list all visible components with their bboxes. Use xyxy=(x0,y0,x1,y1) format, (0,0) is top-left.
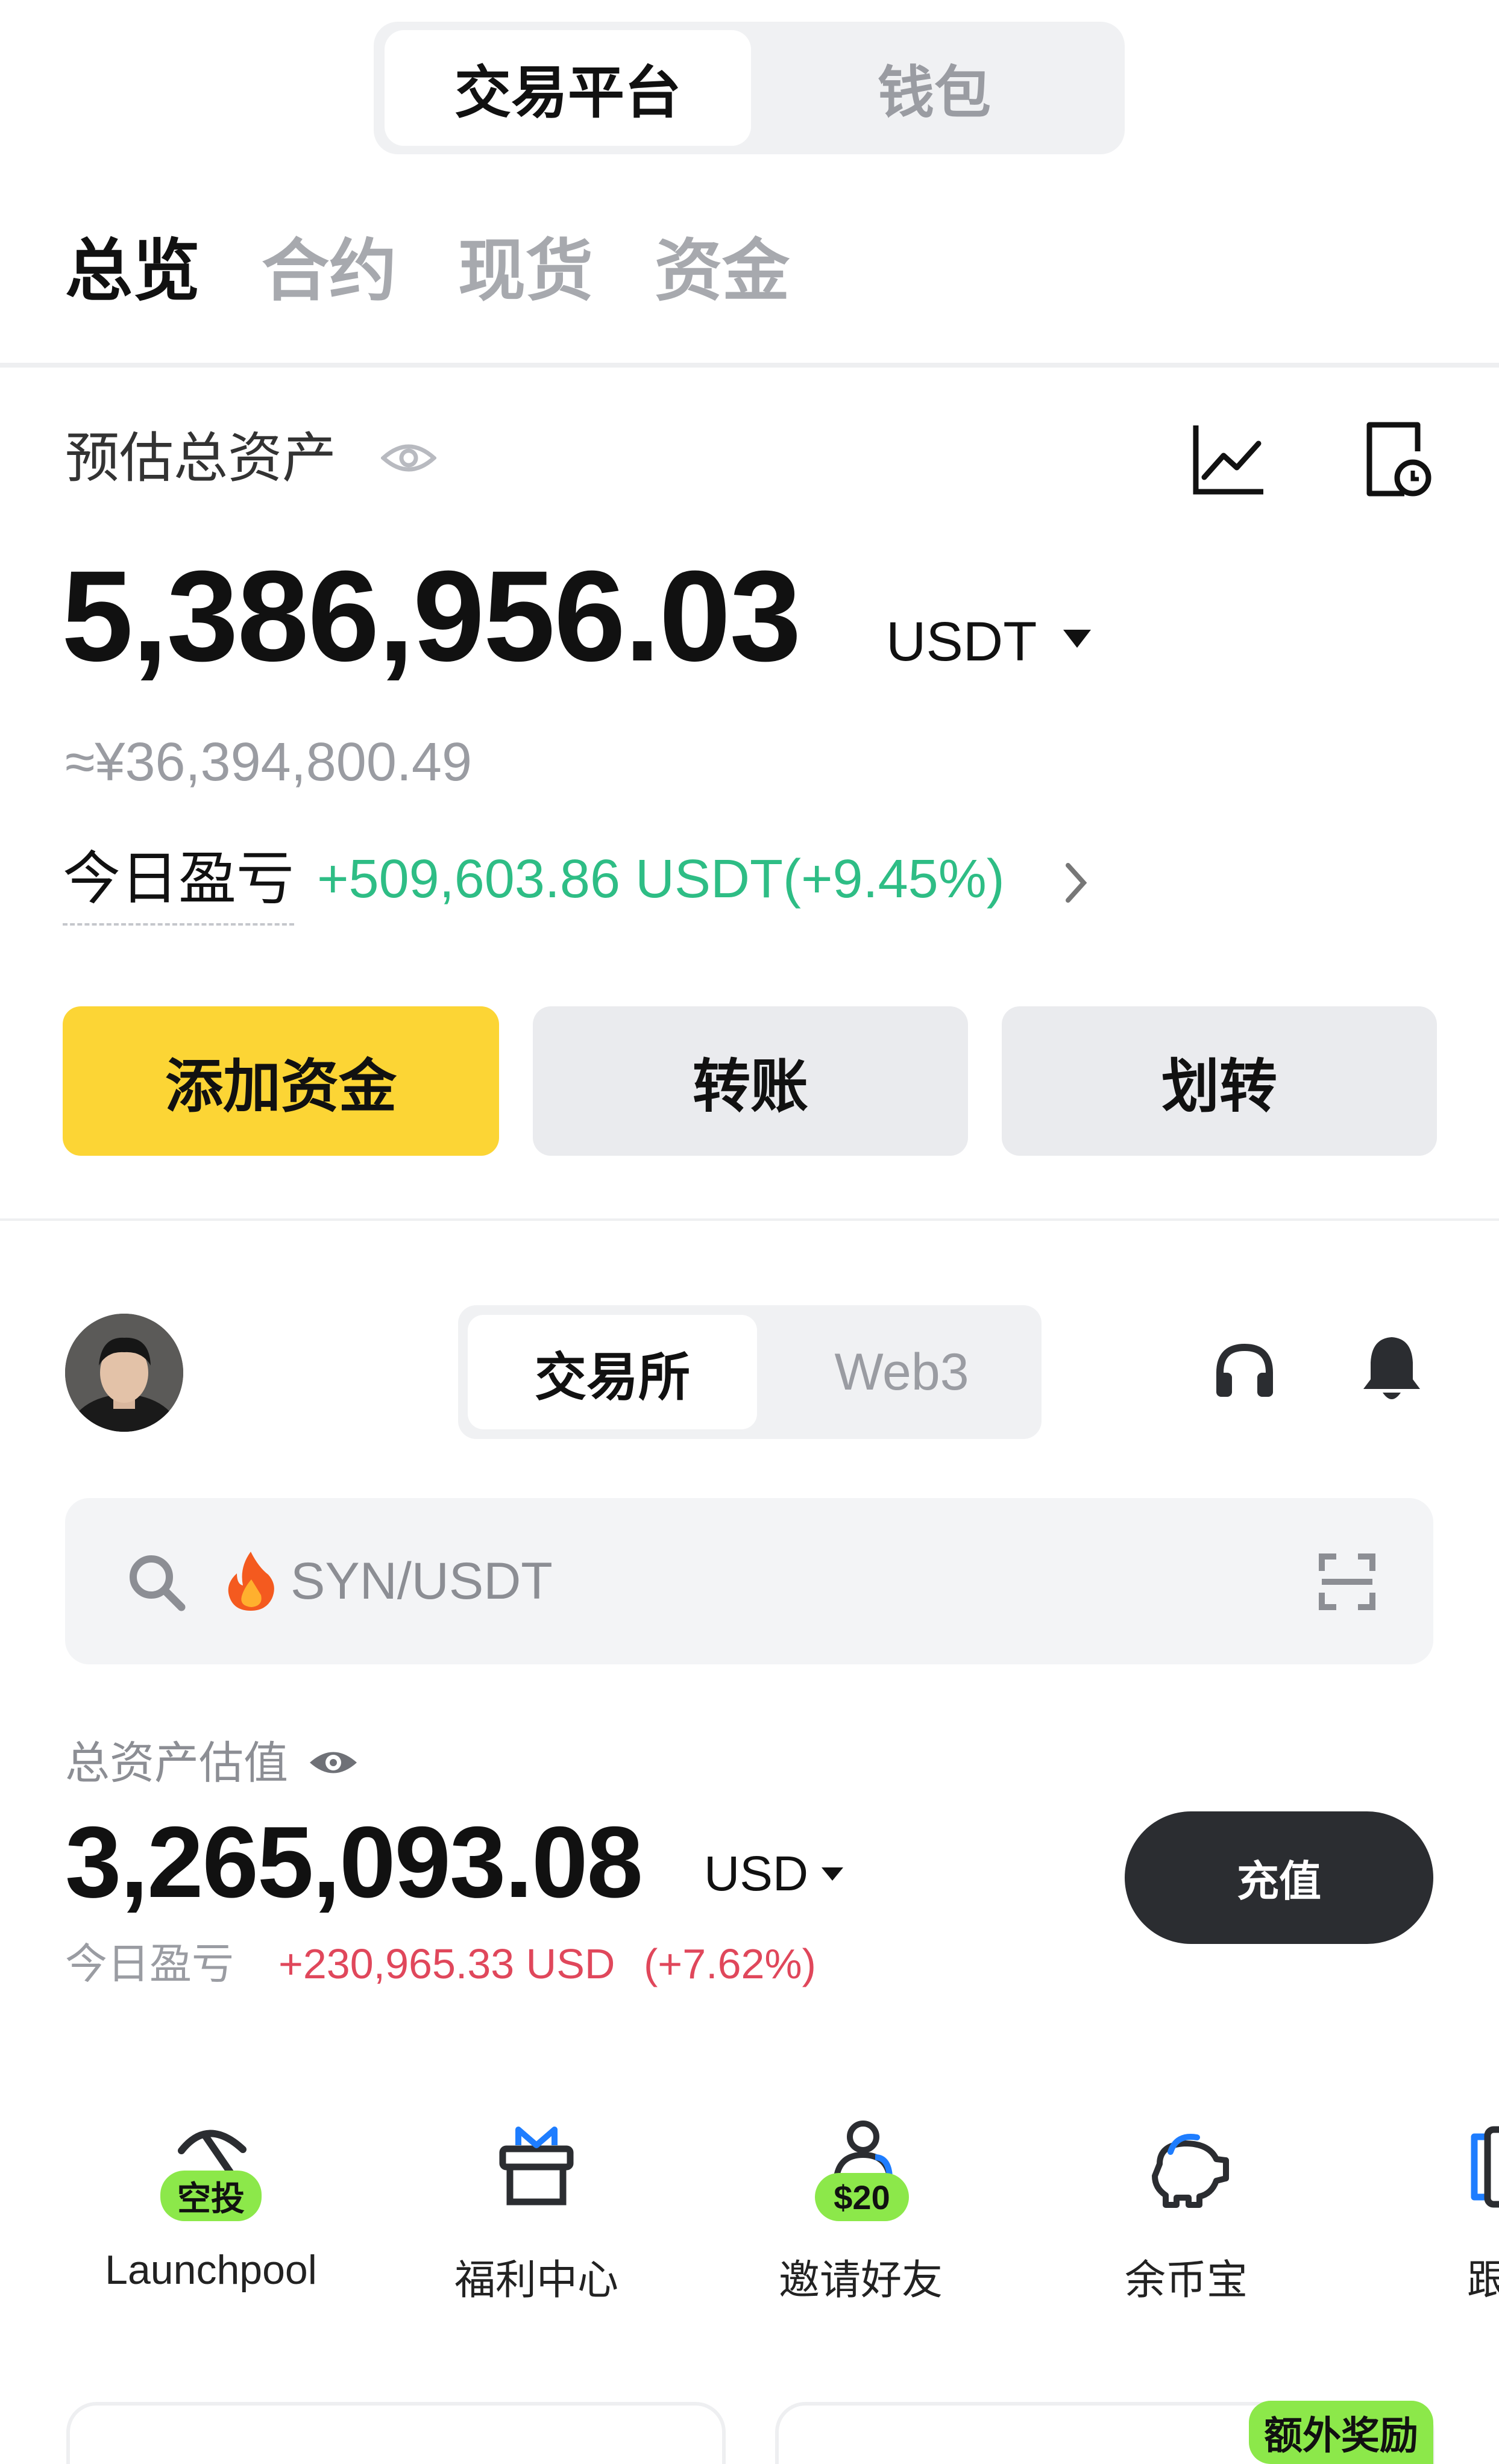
estimated-assets-label: 预估总资产 xyxy=(65,428,336,489)
gift-icon xyxy=(494,2121,579,2212)
shortcut-launchpool[interactable]: 空投 Launchpool xyxy=(102,2115,319,2308)
shortcut-label: 福利中心 xyxy=(454,2257,618,2303)
total-assets-currency[interactable]: USDT xyxy=(886,609,1037,675)
exchange-assets-label: 总资产估值 xyxy=(65,1738,288,1788)
bill-history-icon[interactable] xyxy=(1357,417,1439,501)
shortcut-rewards-center[interactable]: 福利中心 xyxy=(428,2115,645,2308)
tab-futures[interactable]: 合约 xyxy=(262,229,397,313)
search-hint: SYN/USDT xyxy=(291,1552,553,1610)
exchange-pnl-label: 今日盈亏 xyxy=(65,1940,234,1987)
add-funds-button[interactable]: 添加资金 xyxy=(63,1006,499,1156)
exchange-pnl-percent: (+7.62%) xyxy=(644,1940,816,1987)
fire-icon xyxy=(221,1547,281,1614)
promo-card[interactable] xyxy=(66,2402,726,2464)
caret-down-icon[interactable] xyxy=(1056,621,1098,657)
tab-funding[interactable]: 资金 xyxy=(655,229,790,313)
shortcut-label: 余币宝 xyxy=(1124,2257,1248,2303)
headset-icon[interactable] xyxy=(1205,1332,1284,1410)
today-pnl-value: +509,603.86 USDT(+9.45%) xyxy=(317,849,1005,909)
switch-web3[interactable]: Web3 xyxy=(757,1315,1046,1429)
deposit-button[interactable]: 充值 xyxy=(1125,1811,1433,1944)
shortcut-simple-earn[interactable]: 余币宝 xyxy=(1078,2115,1295,2308)
caret-down-icon[interactable] xyxy=(817,1862,847,1886)
switch-exchange[interactable]: 交易所 xyxy=(468,1315,757,1429)
eye-icon[interactable] xyxy=(379,434,439,482)
shortcut-copy-trading[interactable]: 跟 xyxy=(1453,2115,1499,2308)
platform-switch: 交易平台 钱包 xyxy=(374,22,1125,154)
exchange-currency[interactable]: USD xyxy=(704,1844,808,1904)
chart-line-icon[interactable] xyxy=(1187,418,1269,500)
switch-trading-platform[interactable]: 交易平台 xyxy=(385,30,751,146)
switch-wallet[interactable]: 钱包 xyxy=(751,30,1117,146)
chevron-right-icon[interactable] xyxy=(1058,856,1095,910)
transfer-button[interactable]: 转账 xyxy=(533,1006,968,1156)
cny-equivalent: ≈¥36,394,800.49 xyxy=(65,732,472,792)
airdrop-badge: 空投 xyxy=(160,2171,262,2221)
shortcut-invite-friends[interactable]: $20 邀请好友 xyxy=(752,2115,969,2308)
today-pnl-label[interactable]: 今日盈亏 xyxy=(63,844,294,926)
exchange-pnl-value: +230,965.33 USD xyxy=(278,1940,615,1987)
shortcut-label: 邀请好友 xyxy=(778,2257,943,2303)
shortcut-label: 跟 xyxy=(1467,2257,1499,2303)
piggy-bank-icon xyxy=(1142,2125,1236,2215)
copy-trade-icon xyxy=(1466,2125,1499,2209)
section-divider xyxy=(0,1218,1499,1221)
search-icon xyxy=(123,1549,189,1615)
internal-transfer-button[interactable]: 划转 xyxy=(1002,1006,1437,1156)
tab-overview[interactable]: 总览 xyxy=(65,229,200,313)
total-assets-value: 5,386,956.03 xyxy=(61,544,802,688)
reward-badge: $20 xyxy=(815,2173,909,2221)
avatar[interactable] xyxy=(65,1314,183,1432)
exchange-total-value: 3,265,093.08 xyxy=(65,1805,643,1919)
bell-icon[interactable] xyxy=(1353,1329,1431,1408)
tabs-divider xyxy=(0,363,1499,368)
tab-spot[interactable]: 现货 xyxy=(458,229,593,313)
scan-icon[interactable] xyxy=(1314,1549,1380,1615)
search-bar[interactable]: SYN/USDT xyxy=(65,1498,1433,1664)
eye-icon[interactable] xyxy=(306,1741,360,1784)
shortcut-label: Launchpool xyxy=(105,2247,317,2293)
exchange-web3-switch: 交易所 Web3 xyxy=(458,1305,1042,1439)
extra-reward-badge: 额外奖励 xyxy=(1249,2401,1433,2464)
